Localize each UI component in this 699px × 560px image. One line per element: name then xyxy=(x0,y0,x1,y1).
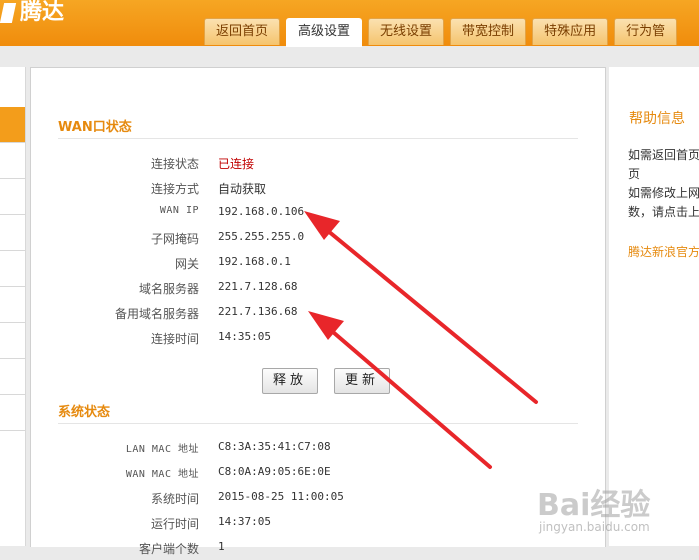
row-label: 网关 xyxy=(174,257,199,271)
divider xyxy=(58,423,578,424)
system-row-uptime: 运行时间 14:37:05 xyxy=(31,515,591,535)
row-label: LAN MAC 地址 xyxy=(125,444,199,455)
wan-row-ip: WAN IP 192.168.0.106 xyxy=(31,205,591,225)
sidebar-item[interactable] xyxy=(0,287,25,323)
wan-row-time: 连接时间 14:35:05 xyxy=(31,330,591,350)
baidu-watermark: Bai经验 jingyan.baidu.com xyxy=(533,470,695,540)
official-weibo-link[interactable]: 腾达新浪官方 xyxy=(628,243,699,260)
row-label: 子网掩码 xyxy=(150,232,199,246)
help-title: 帮助信息 xyxy=(629,111,685,127)
row-label: 备用域名服务器 xyxy=(114,307,199,321)
wan-mac-value: C8:0A:A9:05:6E:0E xyxy=(218,465,331,478)
system-time-value: 2015-08-25 11:00:05 xyxy=(218,490,344,503)
sidebar-item-active[interactable] xyxy=(0,107,25,143)
sidebar xyxy=(0,67,26,546)
tab-special-apps[interactable]: 特殊应用 xyxy=(532,18,609,45)
system-row-wan-mac: WAN MAC 地址 C8:0A:A9:05:6E:0E xyxy=(31,465,591,485)
main-nav: 返回首页 高级设置 无线设置 带宽控制 特殊应用 行为管 xyxy=(204,18,683,47)
sidebar-item[interactable] xyxy=(0,359,25,395)
system-row-time: 系统时间 2015-08-25 11:00:05 xyxy=(31,490,591,510)
tab-behavior-management[interactable]: 行为管 xyxy=(614,18,678,45)
connection-status-value: 已连接 xyxy=(218,157,255,171)
brand-name: 腾达 xyxy=(20,0,65,25)
system-row-clients: 客户端个数 1 xyxy=(31,540,591,560)
connection-time-value: 14:35:05 xyxy=(218,330,271,343)
row-label: 连接方式 xyxy=(150,182,199,196)
sidebar-item[interactable] xyxy=(0,143,25,179)
top-header: 腾达 返回首页 高级设置 无线设置 带宽控制 特殊应用 行为管 xyxy=(0,0,699,47)
brand-logo: 腾达 xyxy=(0,0,65,26)
wan-status-title: WAN口状态 xyxy=(58,120,132,135)
wan-row-status: 连接状态 已连接 xyxy=(31,155,591,175)
row-label: 连接状态 xyxy=(150,157,199,171)
sidebar-item[interactable] xyxy=(0,251,25,287)
wan-ip-value: 192.168.0.106 xyxy=(218,205,305,218)
backup-dns-value: 221.7.136.68 xyxy=(218,305,298,318)
renew-button[interactable]: 更新 xyxy=(334,368,390,394)
row-label: 客户端个数 xyxy=(138,542,199,556)
tab-home[interactable]: 返回首页 xyxy=(204,18,281,45)
uptime-value: 14:37:05 xyxy=(218,515,271,528)
wan-row-gateway: 网关 192.168.0.1 xyxy=(31,255,591,275)
sidebar-item[interactable] xyxy=(0,215,25,251)
subnet-mask-value: 255.255.255.0 xyxy=(218,230,305,243)
wan-row-dns2: 备用域名服务器 221.7.136.68 xyxy=(31,305,591,325)
sidebar-item[interactable] xyxy=(0,323,25,359)
row-label: WAN IP xyxy=(159,205,199,216)
help-text: 如需返回首页 页 如需修改上网 数，请点击上 xyxy=(628,148,699,219)
row-label: 域名服务器 xyxy=(138,282,199,296)
watermark-main: Bai经验 xyxy=(537,488,651,523)
row-label: 运行时间 xyxy=(150,517,199,531)
system-status-title: 系统状态 xyxy=(58,405,111,420)
client-count-value: 1 xyxy=(218,540,225,553)
main-panel: WAN口状态 连接状态 已连接 连接方式 自动获取 WAN IP 192.168… xyxy=(30,67,606,556)
tab-bandwidth-control[interactable]: 带宽控制 xyxy=(450,18,527,45)
wan-row-subnet: 子网掩码 255.255.255.0 xyxy=(31,230,591,250)
lan-mac-value: C8:3A:35:41:C7:08 xyxy=(218,440,331,453)
tab-wireless-settings[interactable]: 无线设置 xyxy=(368,18,445,45)
watermark-sub: jingyan.baidu.com xyxy=(539,520,650,534)
logo-mark-icon xyxy=(0,3,17,23)
system-row-lan-mac: LAN MAC 地址 C8:3A:35:41:C7:08 xyxy=(31,440,591,460)
row-label: 系统时间 xyxy=(150,492,199,506)
dns-value: 221.7.128.68 xyxy=(218,280,298,293)
wan-row-dns: 域名服务器 221.7.128.68 xyxy=(31,280,591,300)
divider xyxy=(58,138,578,139)
row-label: WAN MAC 地址 xyxy=(125,469,199,480)
row-label: 连接时间 xyxy=(150,332,199,346)
connection-mode-value: 自动获取 xyxy=(218,182,267,196)
gateway-value: 192.168.0.1 xyxy=(218,255,291,268)
sidebar-item[interactable] xyxy=(0,179,25,215)
tab-advanced-settings[interactable]: 高级设置 xyxy=(286,18,363,47)
sidebar-item[interactable] xyxy=(0,395,25,431)
release-button[interactable]: 释放 xyxy=(262,368,318,394)
wan-row-mode: 连接方式 自动获取 xyxy=(31,180,591,200)
